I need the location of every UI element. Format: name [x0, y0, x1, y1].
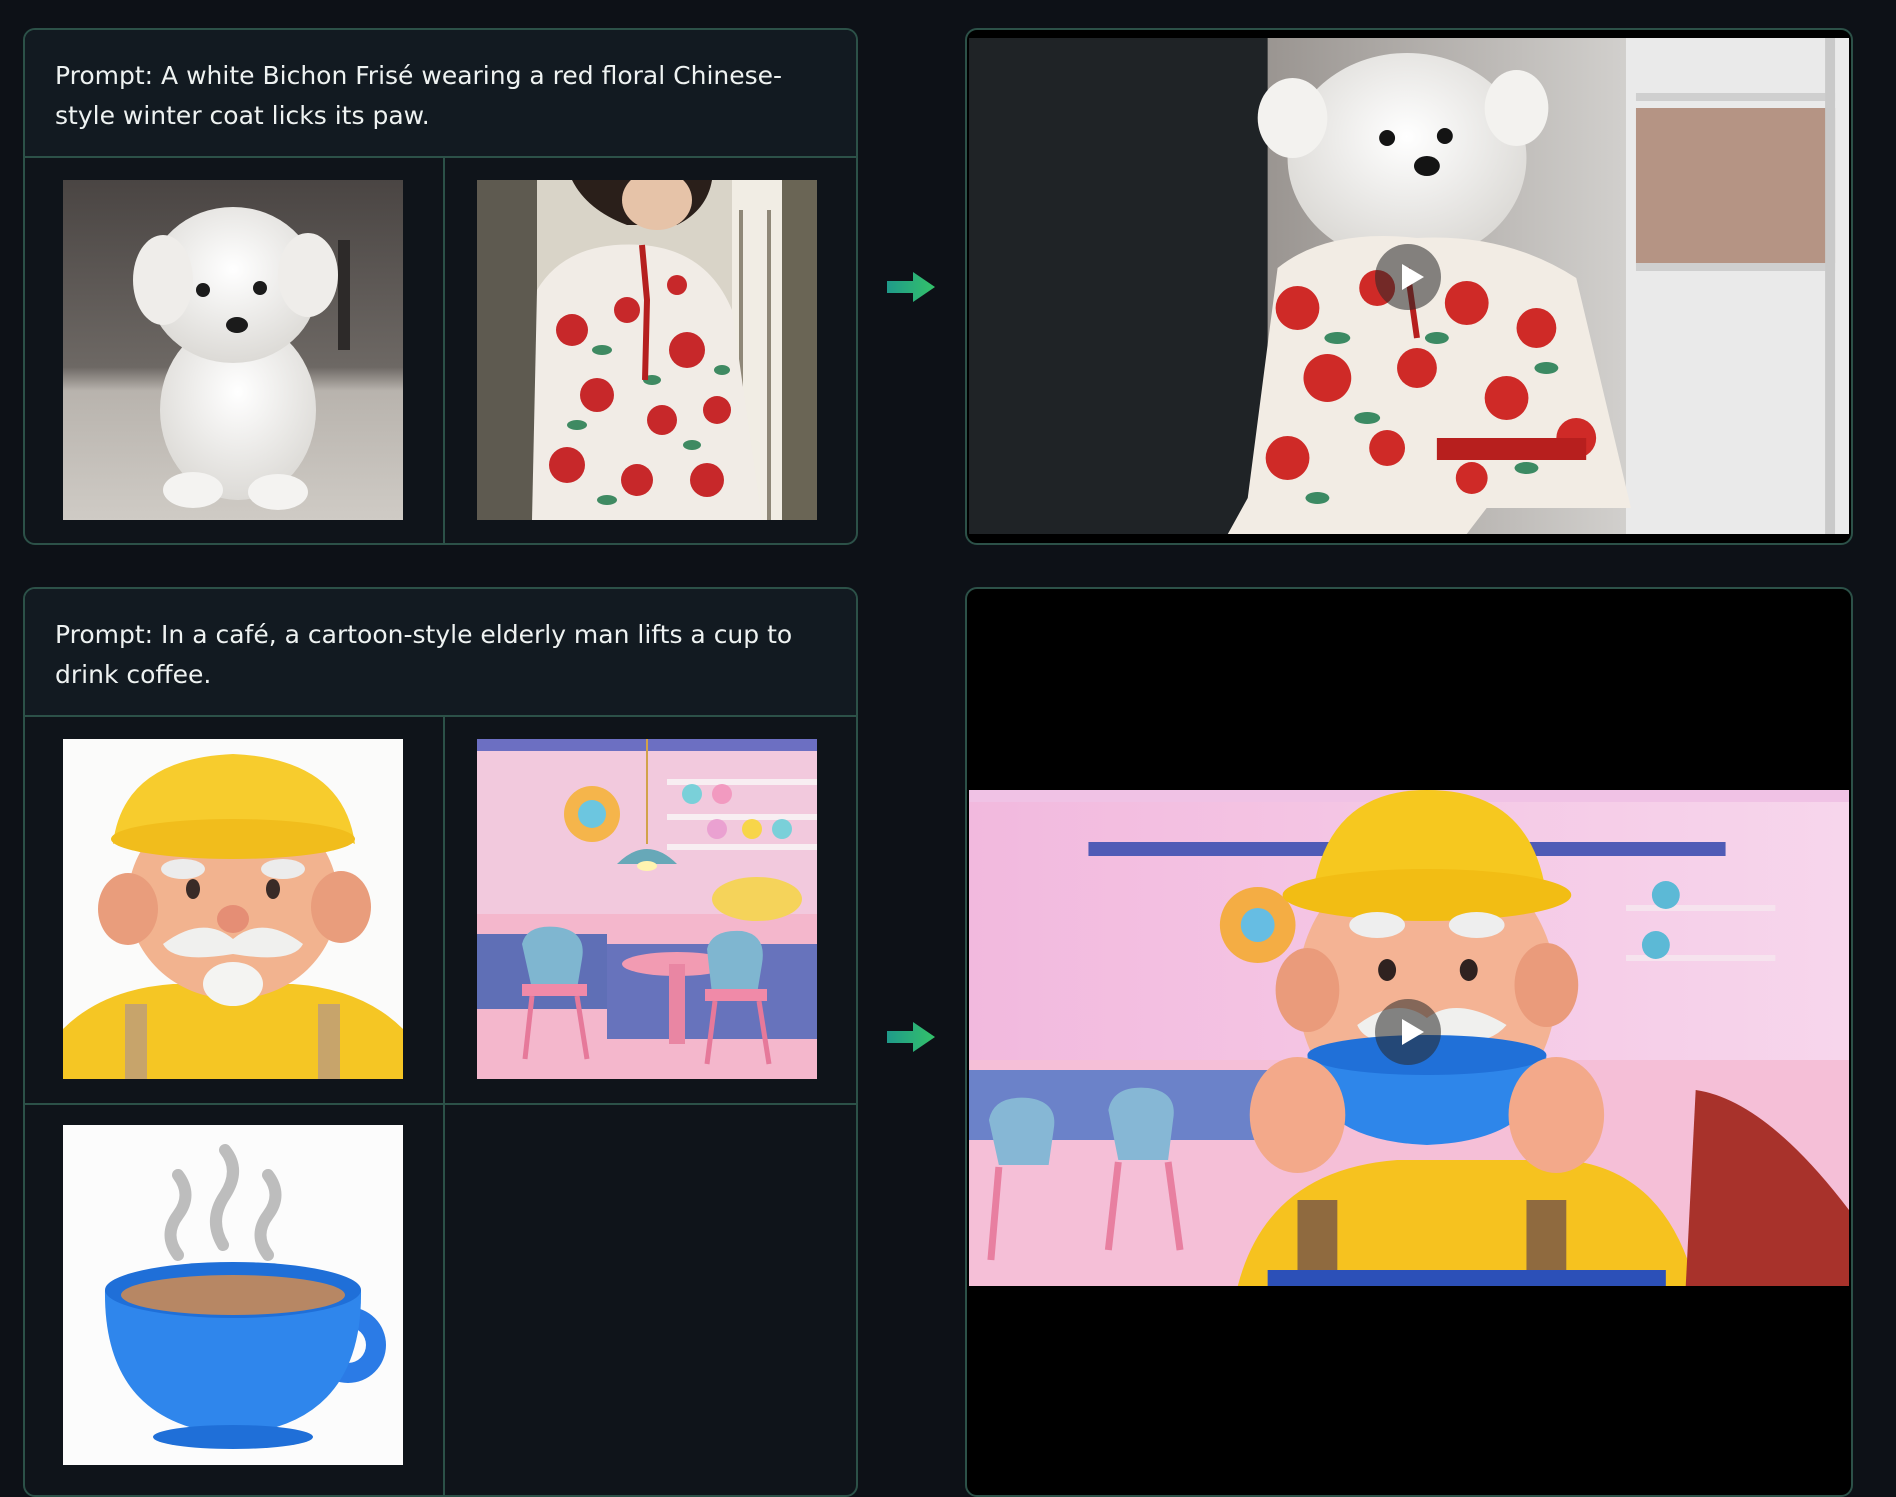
play-icon[interactable] [1375, 999, 1441, 1065]
play-icon[interactable] [1375, 244, 1441, 310]
input-image-puppy[interactable] [63, 180, 403, 520]
arrow-right-icon [887, 272, 935, 302]
output-video-1[interactable] [965, 28, 1853, 545]
prompt-text-1: Prompt: A white Bichon Frisé wearing a r… [25, 30, 856, 158]
prompt-card-2: Prompt: In a café, a cartoon-style elder… [23, 587, 858, 1497]
arrow-right-icon [887, 1022, 935, 1052]
input-image-coffee-cup[interactable] [63, 1125, 403, 1465]
prompt-text-2: Prompt: In a café, a cartoon-style elder… [25, 589, 856, 717]
input-image-floral-coat[interactable] [477, 180, 817, 520]
prompt-card-1: Prompt: A white Bichon Frisé wearing a r… [23, 28, 858, 545]
output-video-2[interactable] [965, 587, 1853, 1497]
input-image-cartoon-man[interactable] [63, 739, 403, 1079]
input-image-cafe[interactable] [477, 739, 817, 1079]
